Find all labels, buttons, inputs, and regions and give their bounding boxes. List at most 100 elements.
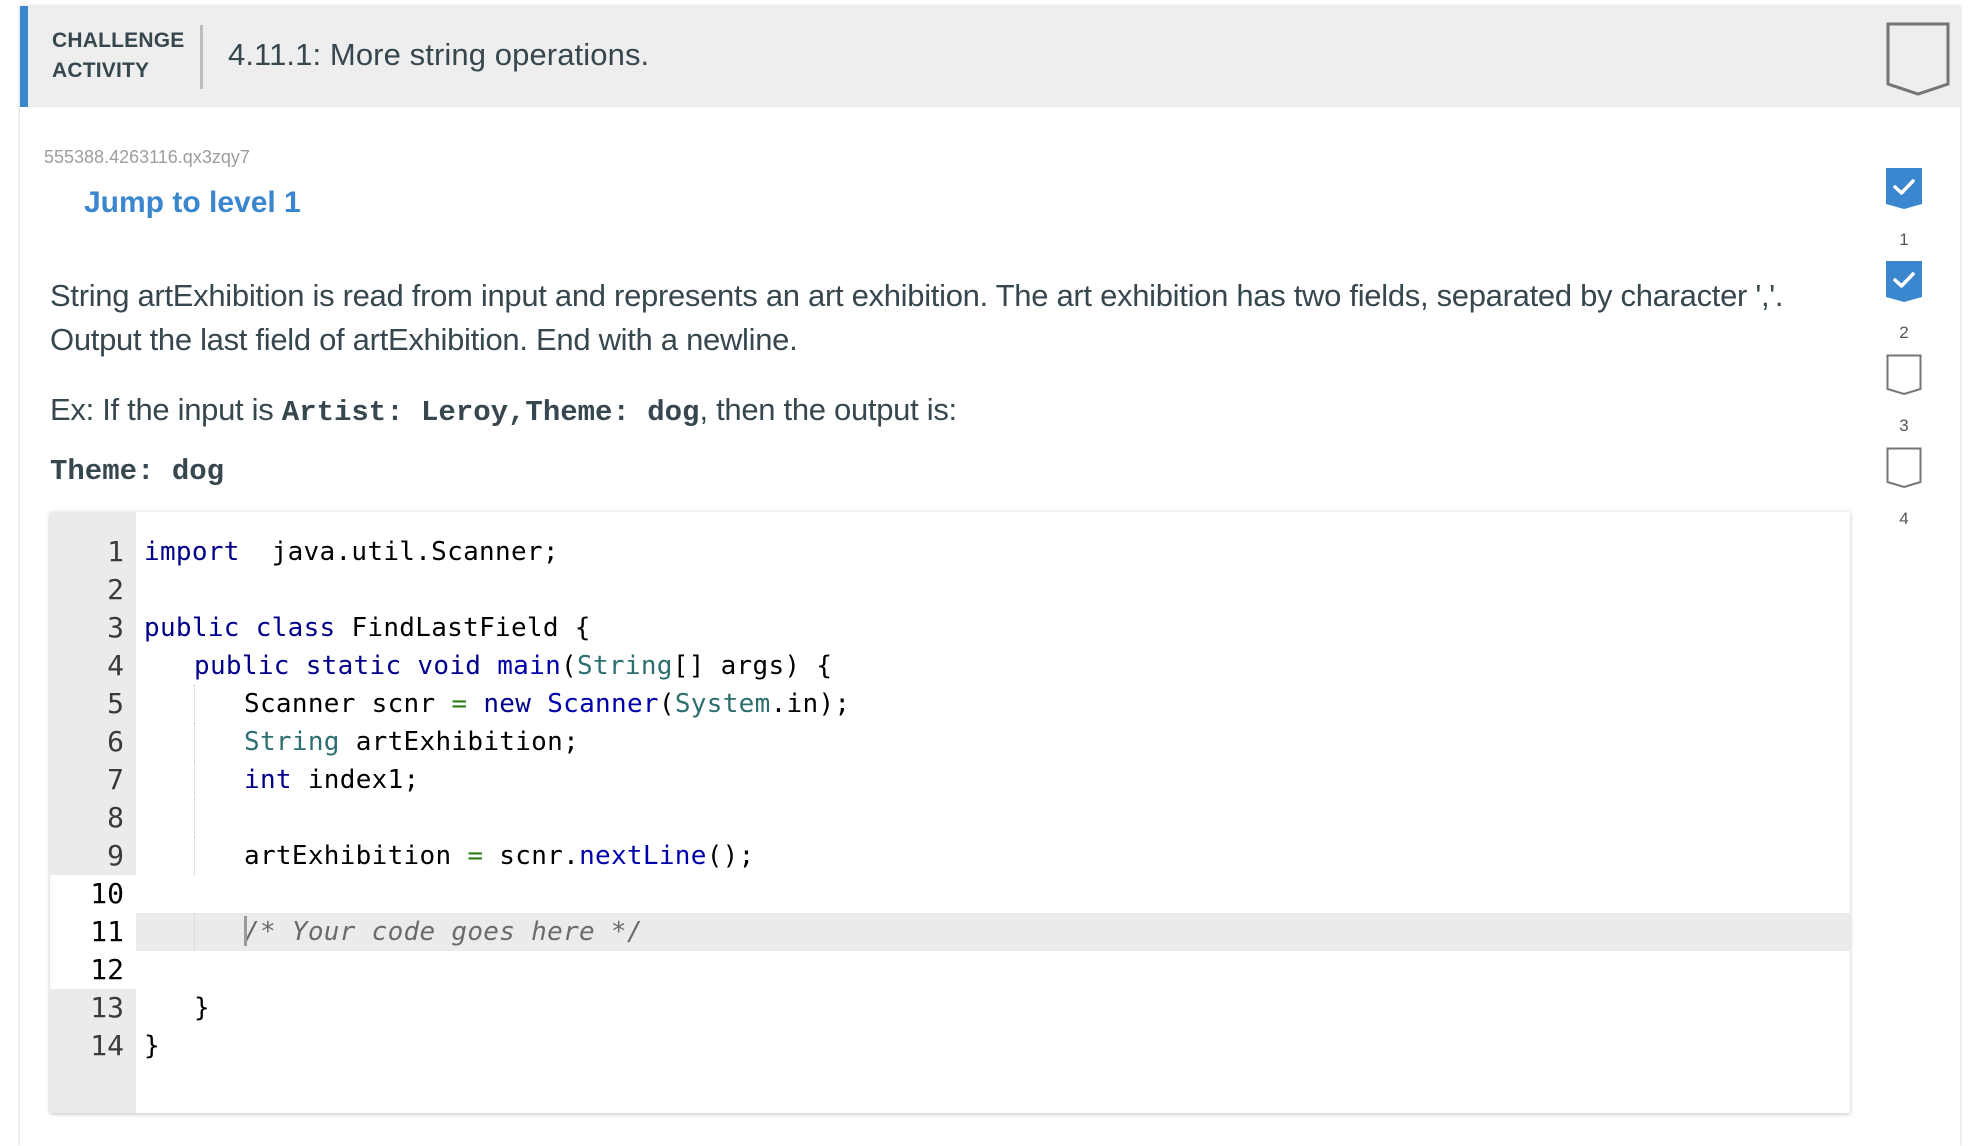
- code-line: 2: [50, 571, 1850, 609]
- code-text: public class FindLastField {: [144, 609, 1850, 647]
- code-text[interactable]: /* Your code goes here */: [136, 913, 1850, 951]
- line-number: 5: [107, 687, 124, 720]
- code-line: 1 import java.util.Scanner;: [50, 533, 1850, 571]
- code-text: artExhibition = scnr.nextLine();: [144, 837, 1850, 875]
- line-number: 12: [50, 951, 136, 989]
- prompt-line-1: String artExhibition is read from input …: [50, 278, 1784, 313]
- example-output: Theme: dog: [50, 455, 225, 488]
- code-line: 6 String artExhibition;: [50, 723, 1850, 761]
- level-number: 2: [1899, 323, 1909, 342]
- code-lines[interactable]: 1 import java.util.Scanner; 2 3 public class…: [50, 533, 1850, 1065]
- line-number: 2: [107, 573, 124, 606]
- level-4-button[interactable]: 4: [1886, 447, 1922, 528]
- indent-guide: [194, 799, 195, 837]
- bookmark-outline-icon: [1886, 22, 1950, 96]
- jump-to-level-link[interactable]: Jump to level 1: [84, 186, 301, 220]
- code-line[interactable]: 11 /* Your code goes here */: [50, 913, 1850, 951]
- level-number: 3: [1899, 416, 1909, 435]
- comment-token: /* Your code goes here */: [244, 917, 643, 947]
- activity-title: 4.11.1: More string operations.: [228, 37, 650, 72]
- code-token: ();: [706, 841, 755, 871]
- code-text: }: [144, 1027, 1850, 1065]
- line-number: 14: [90, 1029, 124, 1062]
- code-text[interactable]: [144, 875, 1850, 913]
- activity-type-line1: CHALLENGE: [52, 29, 185, 52]
- indent-guide: [194, 913, 195, 951]
- code-line: 8: [50, 799, 1850, 837]
- keyword-token: import: [144, 537, 240, 567]
- line-number: 8: [107, 801, 124, 834]
- indent-guide: [194, 761, 195, 799]
- activity-type-label: CHALLENGE ACTIVITY: [52, 26, 184, 86]
- code-editor[interactable]: 1 import java.util.Scanner; 2 3 public class…: [50, 512, 1850, 1113]
- code-text: String artExhibition;: [144, 723, 1850, 761]
- indent-guide: [194, 723, 195, 761]
- check-icon: [1886, 261, 1922, 302]
- keyword-token: new: [483, 689, 532, 719]
- code-text: import java.util.Scanner;: [144, 533, 1850, 571]
- keyword-token: public: [144, 613, 240, 643]
- code-line[interactable]: 10: [50, 875, 1850, 913]
- activity-id: 555388.4263116.qx3zqy7: [44, 147, 250, 167]
- code-token: Scanner scnr: [244, 689, 452, 719]
- code-token: (: [561, 651, 577, 681]
- prompt: String artExhibition is read from input …: [50, 274, 1870, 429]
- code-token: artExhibition: [244, 841, 468, 871]
- code-line: 7 int index1;: [50, 761, 1850, 799]
- identifier-token: Scanner: [547, 689, 659, 719]
- code-token: FindLastField {: [335, 613, 591, 643]
- activity-header: CHALLENGE ACTIVITY 4.11.1: More string o…: [20, 6, 1960, 107]
- code-line[interactable]: 12: [50, 951, 1850, 989]
- code-line: 9 artExhibition = scnr.nextLine();: [50, 837, 1850, 875]
- code-text: int index1;: [144, 761, 1850, 799]
- line-number: 6: [107, 725, 124, 758]
- prompt-line-2: Output the last field of artExhibition. …: [50, 322, 798, 357]
- code-token: artExhibition;: [339, 727, 580, 757]
- code-text[interactable]: [144, 951, 1850, 989]
- code-text: public static void main(String[] args) {: [144, 647, 1850, 685]
- example-line: Ex: If the input is Artist: Leroy,Theme:…: [50, 388, 957, 435]
- line-number: 1: [107, 535, 124, 568]
- code-line: 13}: [50, 989, 1850, 1027]
- activity-type-line2: ACTIVITY: [52, 59, 150, 82]
- code-line: 5 Scanner scnr = new Scanner(System.in);: [50, 685, 1850, 723]
- line-number: 10: [50, 875, 136, 913]
- code-token: scnr.: [483, 841, 580, 871]
- example-prefix: Ex: If the input is: [50, 392, 282, 427]
- code-text: }: [144, 989, 1850, 1027]
- indent-guide: [194, 837, 195, 875]
- code-line: 14}: [50, 1027, 1850, 1065]
- code-text: [144, 799, 1850, 837]
- type-token: String: [577, 651, 673, 681]
- code-line: 4 public static void main(String[] args) …: [50, 647, 1850, 685]
- identifier-token: main: [497, 651, 562, 681]
- operator-token: =: [451, 689, 468, 719]
- indent-guide: [194, 685, 195, 723]
- line-number: 4: [107, 649, 124, 682]
- level-3-button[interactable]: 3: [1886, 354, 1922, 435]
- keyword-token: int: [244, 765, 292, 795]
- bookmark-outline-icon: [1886, 447, 1922, 489]
- keyword-token: class: [255, 613, 336, 643]
- code-token: index1;: [291, 765, 420, 795]
- line-number: 7: [107, 763, 124, 796]
- identifier-token: nextLine: [579, 841, 707, 871]
- code-text: Scanner scnr = new Scanner(System.in);: [144, 685, 1850, 723]
- level-1-button[interactable]: 1: [1886, 168, 1922, 249]
- code-token: (: [658, 689, 675, 719]
- operator-token: =: [467, 841, 484, 871]
- line-number: 3: [107, 611, 124, 644]
- level-2-button[interactable]: 2: [1886, 261, 1922, 342]
- example-input: Artist: Leroy,Theme: dog: [281, 396, 700, 429]
- line-number: 11: [50, 913, 136, 951]
- bookmark-outline-icon: [1886, 354, 1922, 396]
- code-token: [] args) {: [672, 651, 833, 681]
- level-number: 4: [1899, 509, 1909, 528]
- line-number: 9: [107, 839, 124, 872]
